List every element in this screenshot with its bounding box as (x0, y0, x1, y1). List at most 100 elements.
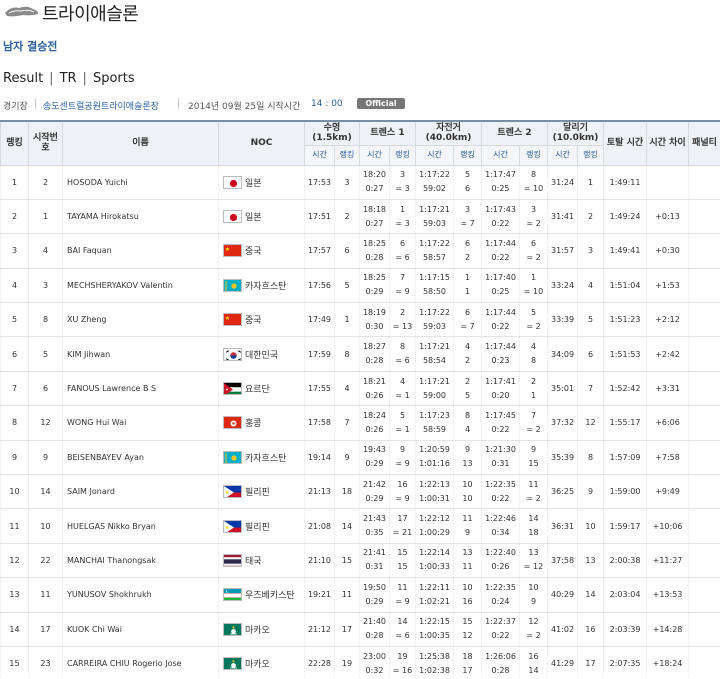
time-diff-cell: +3:31 (646, 371, 689, 407)
t2-time-cell-line: 1:22:37 (485, 617, 516, 627)
sub-time: 시간 (359, 144, 390, 166)
t1-rank-cell-line: = 1 (395, 390, 410, 400)
athlete-name-cell: WONG Hui Wai (62, 405, 219, 441)
noc-cell: 마카오 (218, 612, 305, 647)
tab-result[interactable]: Result (3, 71, 43, 86)
event-name-link[interactable]: 남자 결승전 (3, 38, 57, 54)
bike-rank-cell-line: 5 (464, 390, 471, 400)
run-rank-cell: 7 (577, 371, 604, 407)
run-time-cell: 40:29 (547, 577, 578, 613)
t2-rank-cell: 3 = 2 (519, 199, 548, 235)
table-row[interactable]: 12 22 MANCHAI Thanongsak 태국 21:10 15 21:41 0:31… (0, 543, 720, 579)
bike-rank-cell-line: 6 (464, 307, 471, 317)
run-time-cell: 35:01 (547, 371, 578, 407)
table-row[interactable]: 15 23 CARREIRA CHIU Rogerio Jose 마카오 22:28 19… (0, 646, 720, 679)
col-bike: 자전거(40.0km) (414, 120, 483, 146)
venue-link[interactable]: 송도센트럴공원트라이애슬론장 (43, 99, 159, 112)
t2-rank-cell-line: = 2 (526, 321, 541, 331)
bike-time-cell: 1:17:15 58:50 (415, 268, 454, 304)
t1-rank-cell-line: = 9 (395, 459, 410, 469)
bike-rank-cell-line: 17 (462, 665, 473, 675)
noc-name: 필리핀 (245, 488, 270, 499)
t1-time-cell-line: 18:20 (362, 170, 387, 180)
sub-rank: 랭킹 (389, 144, 416, 166)
t1-rank-cell-line: 19 (397, 651, 408, 661)
bike-time-cell: 1:17:22 58:57 (415, 233, 454, 269)
time-diff-cell: +14:28 (646, 612, 689, 647)
rank-cell: 6 (0, 336, 29, 372)
sub-time: 시간 (481, 144, 521, 166)
table-row[interactable]: 4 3 MECHSHERYAKOV Valentin 카자흐스탄 17:56 5 18:25… (0, 268, 720, 304)
table-row[interactable]: 2 1 TAYAMA Hirokatsu 일본 17:51 2 18:18 0:27 1 = 31… (0, 199, 720, 235)
korea-flag-icon (223, 347, 242, 361)
t1-time-cell: 18:25 0:29 (359, 268, 390, 304)
tab-tr[interactable]: TR (60, 71, 77, 86)
t1-time-cell: 19:43 0:29 (359, 440, 390, 476)
t2-rank-cell: 16 14 (519, 646, 548, 679)
run-time-cell: 36:31 (547, 508, 578, 544)
t2-rank-cell: 6 = 2 (519, 233, 548, 269)
bike-time-cell-line: 1:02:21 (419, 596, 450, 606)
col-penalty: 패널티 (688, 120, 720, 166)
macau-flag-icon (223, 657, 242, 671)
table-row[interactable]: 10 14 SAIM Jonard 필리핀 21:13 18 21:42 0:29 16 = 91… (0, 474, 720, 510)
table-row[interactable]: 9 9 BEISENBAYEV Ayan 카자흐스탄 19:14 9 19:43 0:29 9 =… (0, 440, 720, 476)
table-row[interactable]: 14 17 KUOK Chi Wai 마카오 21:12 17 21:40 0:28 14 = 6… (0, 612, 720, 647)
t1-rank-cell-line: 15 (397, 548, 408, 558)
t1-time-cell-line: 0:29 (365, 459, 384, 469)
noc-name: 중국 (245, 316, 262, 327)
bike-rank-cell-line: 13 (462, 548, 473, 558)
philippines-flag-icon (223, 485, 242, 499)
t2-rank-cell-line: 9 (530, 445, 537, 455)
t1-time-cell-line: 21:40 (362, 617, 387, 627)
noc-cell: 마카오 (218, 646, 305, 679)
penalty-cell (688, 302, 720, 338)
t2-rank-cell: 13 = 12 (519, 543, 548, 579)
bike-time-cell-line: 1:02:38 (419, 665, 450, 675)
total-time-cell: 1:52:42 (603, 371, 647, 407)
athlete-name-cell: KUOK Chi Wai (62, 612, 219, 647)
table-row[interactable]: 3 4 BAI Faquan 중국 17:57 6 18:25 0:28 6 = 6 1:17:22… (0, 233, 720, 269)
sub-rank: 랭킹 (334, 144, 360, 166)
noc-cell: 중국 (218, 233, 305, 269)
sub-time: 시간 (415, 144, 454, 166)
table-row[interactable]: 11 10 HUELGAS Nikko Bryan 필리핀 21:08 14 21:43 0:… (0, 508, 720, 544)
bike-rank-cell-line: 13 (462, 459, 473, 469)
noc-cell: 일본 (218, 165, 305, 200)
start-no-cell: 1 (28, 199, 63, 235)
athlete-name-cell: HOSODA Yuichi (62, 165, 219, 200)
table-row[interactable]: 8 12 WONG Hui Wai 홍콩 17:58 7 18:24 0:26 5 = 1 1:17… (0, 405, 720, 441)
table-row[interactable]: 13 11 YUNUSOV Shokhrukh 우즈베키스탄 19:21 11 19:50 0… (0, 577, 720, 613)
run-time-cell: 31:57 (547, 233, 578, 269)
table-row[interactable]: 7 6 FANOUS Lawrence B S 요르단 17:55 4 18:21 0:26 4… (0, 371, 720, 407)
total-time-cell: 1:49:41 (603, 233, 647, 269)
event-date: 2014년 09월 25일 시작시간 (188, 102, 301, 112)
swim-time-cell: 17:56 (304, 268, 335, 304)
bike-rank-cell-line: 8 (464, 410, 471, 420)
bike-time-cell-line: 1:17:21 (419, 376, 450, 386)
athlete-name-cell: CARREIRA CHIU Rogerio Jose (62, 646, 219, 679)
bike-time-cell: 1:22:11 1:02:21 (415, 577, 454, 613)
total-time-cell: 2:03:39 (603, 612, 647, 647)
rank-cell: 12 (0, 543, 29, 579)
t1-rank-cell: 11 = 9 (389, 577, 416, 613)
table-row[interactable]: 1 2 HOSODA Yuichi 일본 17:53 3 18:20 0:27 3 = 3 1:17… (0, 165, 720, 200)
tab-sports[interactable]: Sports (93, 71, 135, 86)
bike-rank-cell-line: 18 (462, 651, 473, 661)
sub-rank: 랭킹 (577, 144, 605, 166)
t1-rank-cell-line: = 3 (395, 218, 410, 228)
swim-time-cell: 21:12 (304, 612, 335, 647)
rank-cell: 3 (0, 233, 29, 269)
table-row[interactable]: 5 8 XU Zheng 중국 17:49 1 18:19 0:30 2 = 13 1:17:22 5… (0, 302, 720, 338)
start-no-cell: 10 (28, 508, 63, 544)
penalty-cell (688, 612, 720, 647)
table-row[interactable]: 6 5 KIM Jihwan 대한민국 17:59 8 18:27 0:28 8 = 6 1:17:… (0, 336, 720, 372)
bike-rank-cell: 15 12 (452, 612, 482, 647)
athlete-name-cell: YUNUSOV Shokhrukh (62, 577, 219, 613)
t2-time-cell: 1:17:41 0:20 (481, 371, 520, 407)
t2-time-cell-line: 1:17:41 (485, 376, 516, 386)
t1-rank-cell-line: 1 (399, 204, 406, 214)
t1-rank-cell-line: = 9 (395, 493, 410, 503)
rank-cell: 13 (0, 577, 29, 613)
japan-flag-icon (223, 210, 242, 224)
